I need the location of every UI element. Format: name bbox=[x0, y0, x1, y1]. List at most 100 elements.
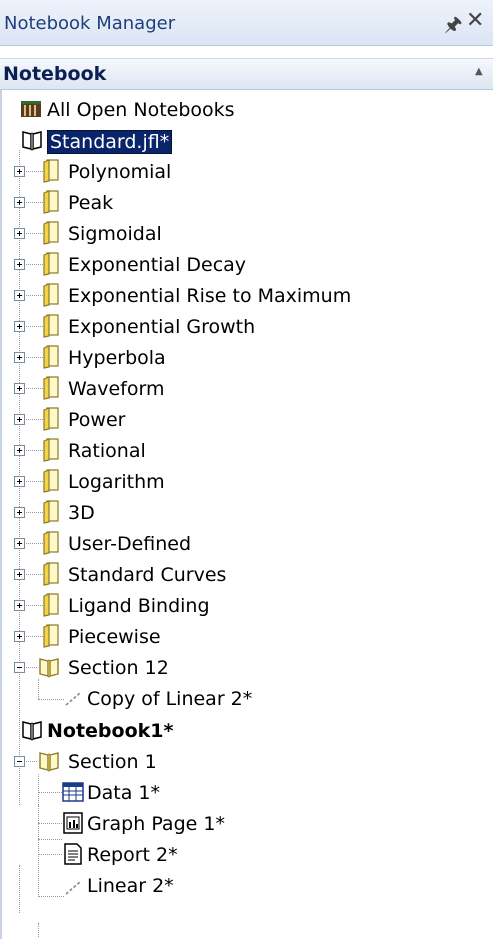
tree-label: Copy of Linear 2* bbox=[87, 688, 253, 710]
collapse-caret-icon[interactable]: ▲ bbox=[475, 66, 483, 77]
tree-section-12[interactable]: Section 12 bbox=[2, 654, 492, 682]
expand-icon[interactable] bbox=[14, 414, 25, 425]
collapse-icon[interactable] bbox=[14, 662, 25, 673]
tree-label: Section 12 bbox=[68, 657, 169, 679]
expand-icon[interactable] bbox=[14, 445, 25, 456]
notebook-header-label: Notebook bbox=[3, 63, 107, 85]
tree-section-3d[interactable]: 3D bbox=[2, 499, 492, 527]
panel-title: Notebook Manager bbox=[4, 13, 176, 34]
tree-label: Peak bbox=[68, 192, 114, 214]
tree-section-peak[interactable]: Peak bbox=[2, 189, 492, 217]
expand-icon[interactable] bbox=[14, 383, 25, 394]
expand-icon[interactable] bbox=[14, 352, 25, 363]
expand-icon[interactable] bbox=[14, 228, 25, 239]
tree-section-power[interactable]: Power bbox=[2, 406, 492, 434]
tree-item-data-1[interactable]: Data 1* bbox=[2, 779, 492, 807]
tree-label: 3D bbox=[68, 502, 95, 524]
tree-section-waveform[interactable]: Waveform bbox=[2, 375, 492, 403]
expand-icon[interactable] bbox=[14, 538, 25, 549]
folder-section-icon bbox=[43, 221, 59, 245]
expand-icon[interactable] bbox=[14, 166, 25, 177]
notebook-section-header[interactable]: Notebook ▲ bbox=[0, 58, 493, 90]
folder-section-icon bbox=[43, 190, 59, 214]
tree-item-copy-of-linear-2[interactable]: Copy of Linear 2* bbox=[2, 679, 492, 713]
tree-section-exponential-decay[interactable]: Exponential Decay bbox=[2, 251, 492, 279]
tree-label: Power bbox=[68, 409, 126, 431]
tree-label: Exponential Rise to Maximum bbox=[68, 285, 352, 307]
collapse-icon[interactable] bbox=[14, 756, 25, 767]
folder-section-icon bbox=[43, 283, 59, 307]
tree-label: Ligand Binding bbox=[68, 595, 210, 617]
tree-label: Report 2* bbox=[87, 844, 178, 866]
tree-section-ligand-binding[interactable]: Ligand Binding bbox=[2, 592, 492, 620]
close-icon[interactable]: ✕ bbox=[466, 8, 484, 33]
expand-icon[interactable] bbox=[14, 259, 25, 270]
tree-label: Data 1* bbox=[87, 782, 160, 804]
expand-icon[interactable] bbox=[14, 507, 25, 518]
tree-section-user-defined[interactable]: User-Defined bbox=[2, 530, 492, 558]
tree-label: Waveform bbox=[68, 378, 165, 400]
folder-section-icon bbox=[43, 531, 59, 555]
tree-label: Linear 2* bbox=[87, 875, 174, 897]
expand-icon[interactable] bbox=[14, 476, 25, 487]
tree-section-logarithm[interactable]: Logarithm bbox=[2, 468, 492, 496]
folder-section-icon bbox=[43, 562, 59, 586]
expand-icon[interactable] bbox=[14, 631, 25, 642]
tree-label: All Open Notebooks bbox=[47, 99, 235, 121]
tree-item-linear-2[interactable]: Linear 2* bbox=[2, 872, 492, 900]
tree-label: Hyperbola bbox=[68, 347, 166, 369]
tree-section-exponential-rise[interactable]: Exponential Rise to Maximum bbox=[2, 282, 492, 310]
tree-item-notebook1[interactable]: Notebook1* bbox=[2, 717, 492, 745]
tree-section-sigmoidal[interactable]: Sigmoidal bbox=[2, 220, 492, 248]
pin-icon[interactable]: 🖈︎ bbox=[444, 10, 463, 44]
tree-label: Polynomial bbox=[68, 161, 172, 183]
tree-section-1[interactable]: Section 1 bbox=[2, 748, 492, 776]
folder-section-icon bbox=[43, 593, 59, 617]
tree-section-rational[interactable]: Rational bbox=[2, 437, 492, 465]
expand-icon[interactable] bbox=[14, 321, 25, 332]
tree-label: Standard Curves bbox=[68, 564, 227, 586]
tree-label: Standard.jfl* bbox=[47, 130, 173, 154]
folder-section-icon bbox=[43, 159, 59, 183]
tree-label: Exponential Decay bbox=[68, 254, 247, 276]
expand-icon[interactable] bbox=[14, 197, 25, 208]
report-icon bbox=[64, 843, 82, 865]
tree-label: Rational bbox=[68, 440, 146, 462]
tree-item-standard-notebook[interactable]: Standard.jfl* bbox=[2, 127, 302, 155]
folder-section-icon bbox=[43, 438, 59, 462]
folder-section-icon bbox=[43, 252, 59, 276]
tree-label: Section 1 bbox=[68, 751, 157, 773]
regression-report-icon bbox=[65, 692, 81, 706]
tree-item-graph-page-1[interactable]: Graph Page 1* bbox=[2, 810, 492, 838]
tree-label: Exponential Growth bbox=[68, 316, 256, 338]
tree-label: User-Defined bbox=[68, 533, 192, 555]
expand-icon[interactable] bbox=[14, 569, 25, 580]
folder-section-icon bbox=[43, 314, 59, 338]
tree-section-exponential-growth[interactable]: Exponential Growth bbox=[2, 313, 492, 341]
tree-item-report-2[interactable]: Report 2* bbox=[2, 841, 492, 869]
expand-icon[interactable] bbox=[14, 600, 25, 611]
notebook-open-icon bbox=[22, 131, 42, 151]
regression-report-icon bbox=[65, 881, 81, 895]
tree-label: Notebook1* bbox=[47, 720, 174, 742]
folder-section-icon bbox=[43, 376, 59, 400]
folder-section-icon bbox=[43, 407, 59, 431]
tree-label: Piecewise bbox=[68, 626, 161, 648]
notebooks-stack-icon bbox=[21, 101, 41, 117]
notebook-open-icon bbox=[22, 721, 42, 741]
tree-label: Sigmoidal bbox=[68, 223, 162, 245]
tree-item-all-open-notebooks[interactable]: All Open Notebooks bbox=[2, 96, 302, 124]
folder-section-icon bbox=[43, 345, 59, 369]
tree-section-polynomial[interactable]: Polynomial bbox=[2, 158, 492, 186]
folder-section-icon bbox=[43, 469, 59, 493]
notebook-tree: All Open Notebooks Standard.jfl* Polynom… bbox=[0, 90, 493, 939]
graph-page-icon bbox=[63, 812, 83, 834]
panel-titlebar: Notebook Manager 🖈︎ ✕ bbox=[0, 0, 493, 46]
section-open-icon bbox=[39, 752, 59, 772]
expand-icon[interactable] bbox=[14, 290, 25, 301]
tree-label: Graph Page 1* bbox=[87, 813, 225, 835]
tree-section-hyperbola[interactable]: Hyperbola bbox=[2, 344, 492, 372]
tree-section-piecewise[interactable]: Piecewise bbox=[2, 623, 492, 651]
tree-section-standard-curves[interactable]: Standard Curves bbox=[2, 561, 492, 589]
folder-section-icon bbox=[43, 500, 59, 524]
